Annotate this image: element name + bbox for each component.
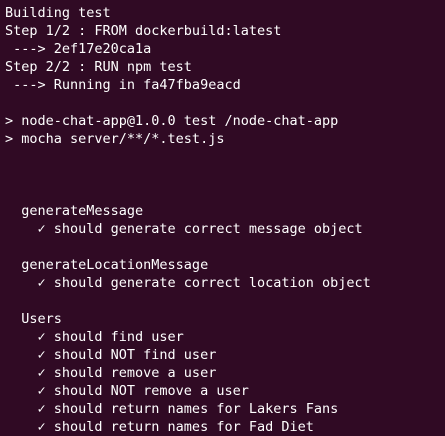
npm-script-line: > node-chat-app@1.0.0 test /node-chat-ap… [5,113,339,129]
test-result-line: ✓ should NOT find user [5,347,217,363]
mocha-command-line: > mocha server/**/*.test.js [5,131,225,147]
docker-image-id-line: ---> 2ef17e20ca1a [5,41,152,57]
docker-step-1-line: Step 1/2 : FROM dockerbuild:latest [5,23,282,39]
test-suite-users: Users [5,311,62,327]
test-result-line: ✓ should find user [5,329,184,345]
test-result-line: ✓ should remove a user [5,365,217,381]
docker-step-2-line: Step 2/2 : RUN npm test [5,59,192,75]
test-result-line: ✓ should return names for Fad Diet [5,419,314,435]
test-result-line: ✓ should return names for Lakers Fans [5,401,339,417]
docker-container-line: ---> Running in fa47fba9eacd [5,77,241,93]
test-suite-generate-location-message: generateLocationMessage [5,257,209,273]
test-result-line: ✓ should NOT remove a user [5,383,249,399]
test-result-line: ✓ should generate correct location objec… [5,275,371,291]
test-suite-generate-message: generateMessage [5,203,144,219]
terminal-window[interactable]: Building test Step 1/2 : FROM dockerbuil… [0,0,445,435]
test-result-line: ✓ should generate correct message object [5,221,363,237]
build-status-line: Building test [5,5,111,21]
